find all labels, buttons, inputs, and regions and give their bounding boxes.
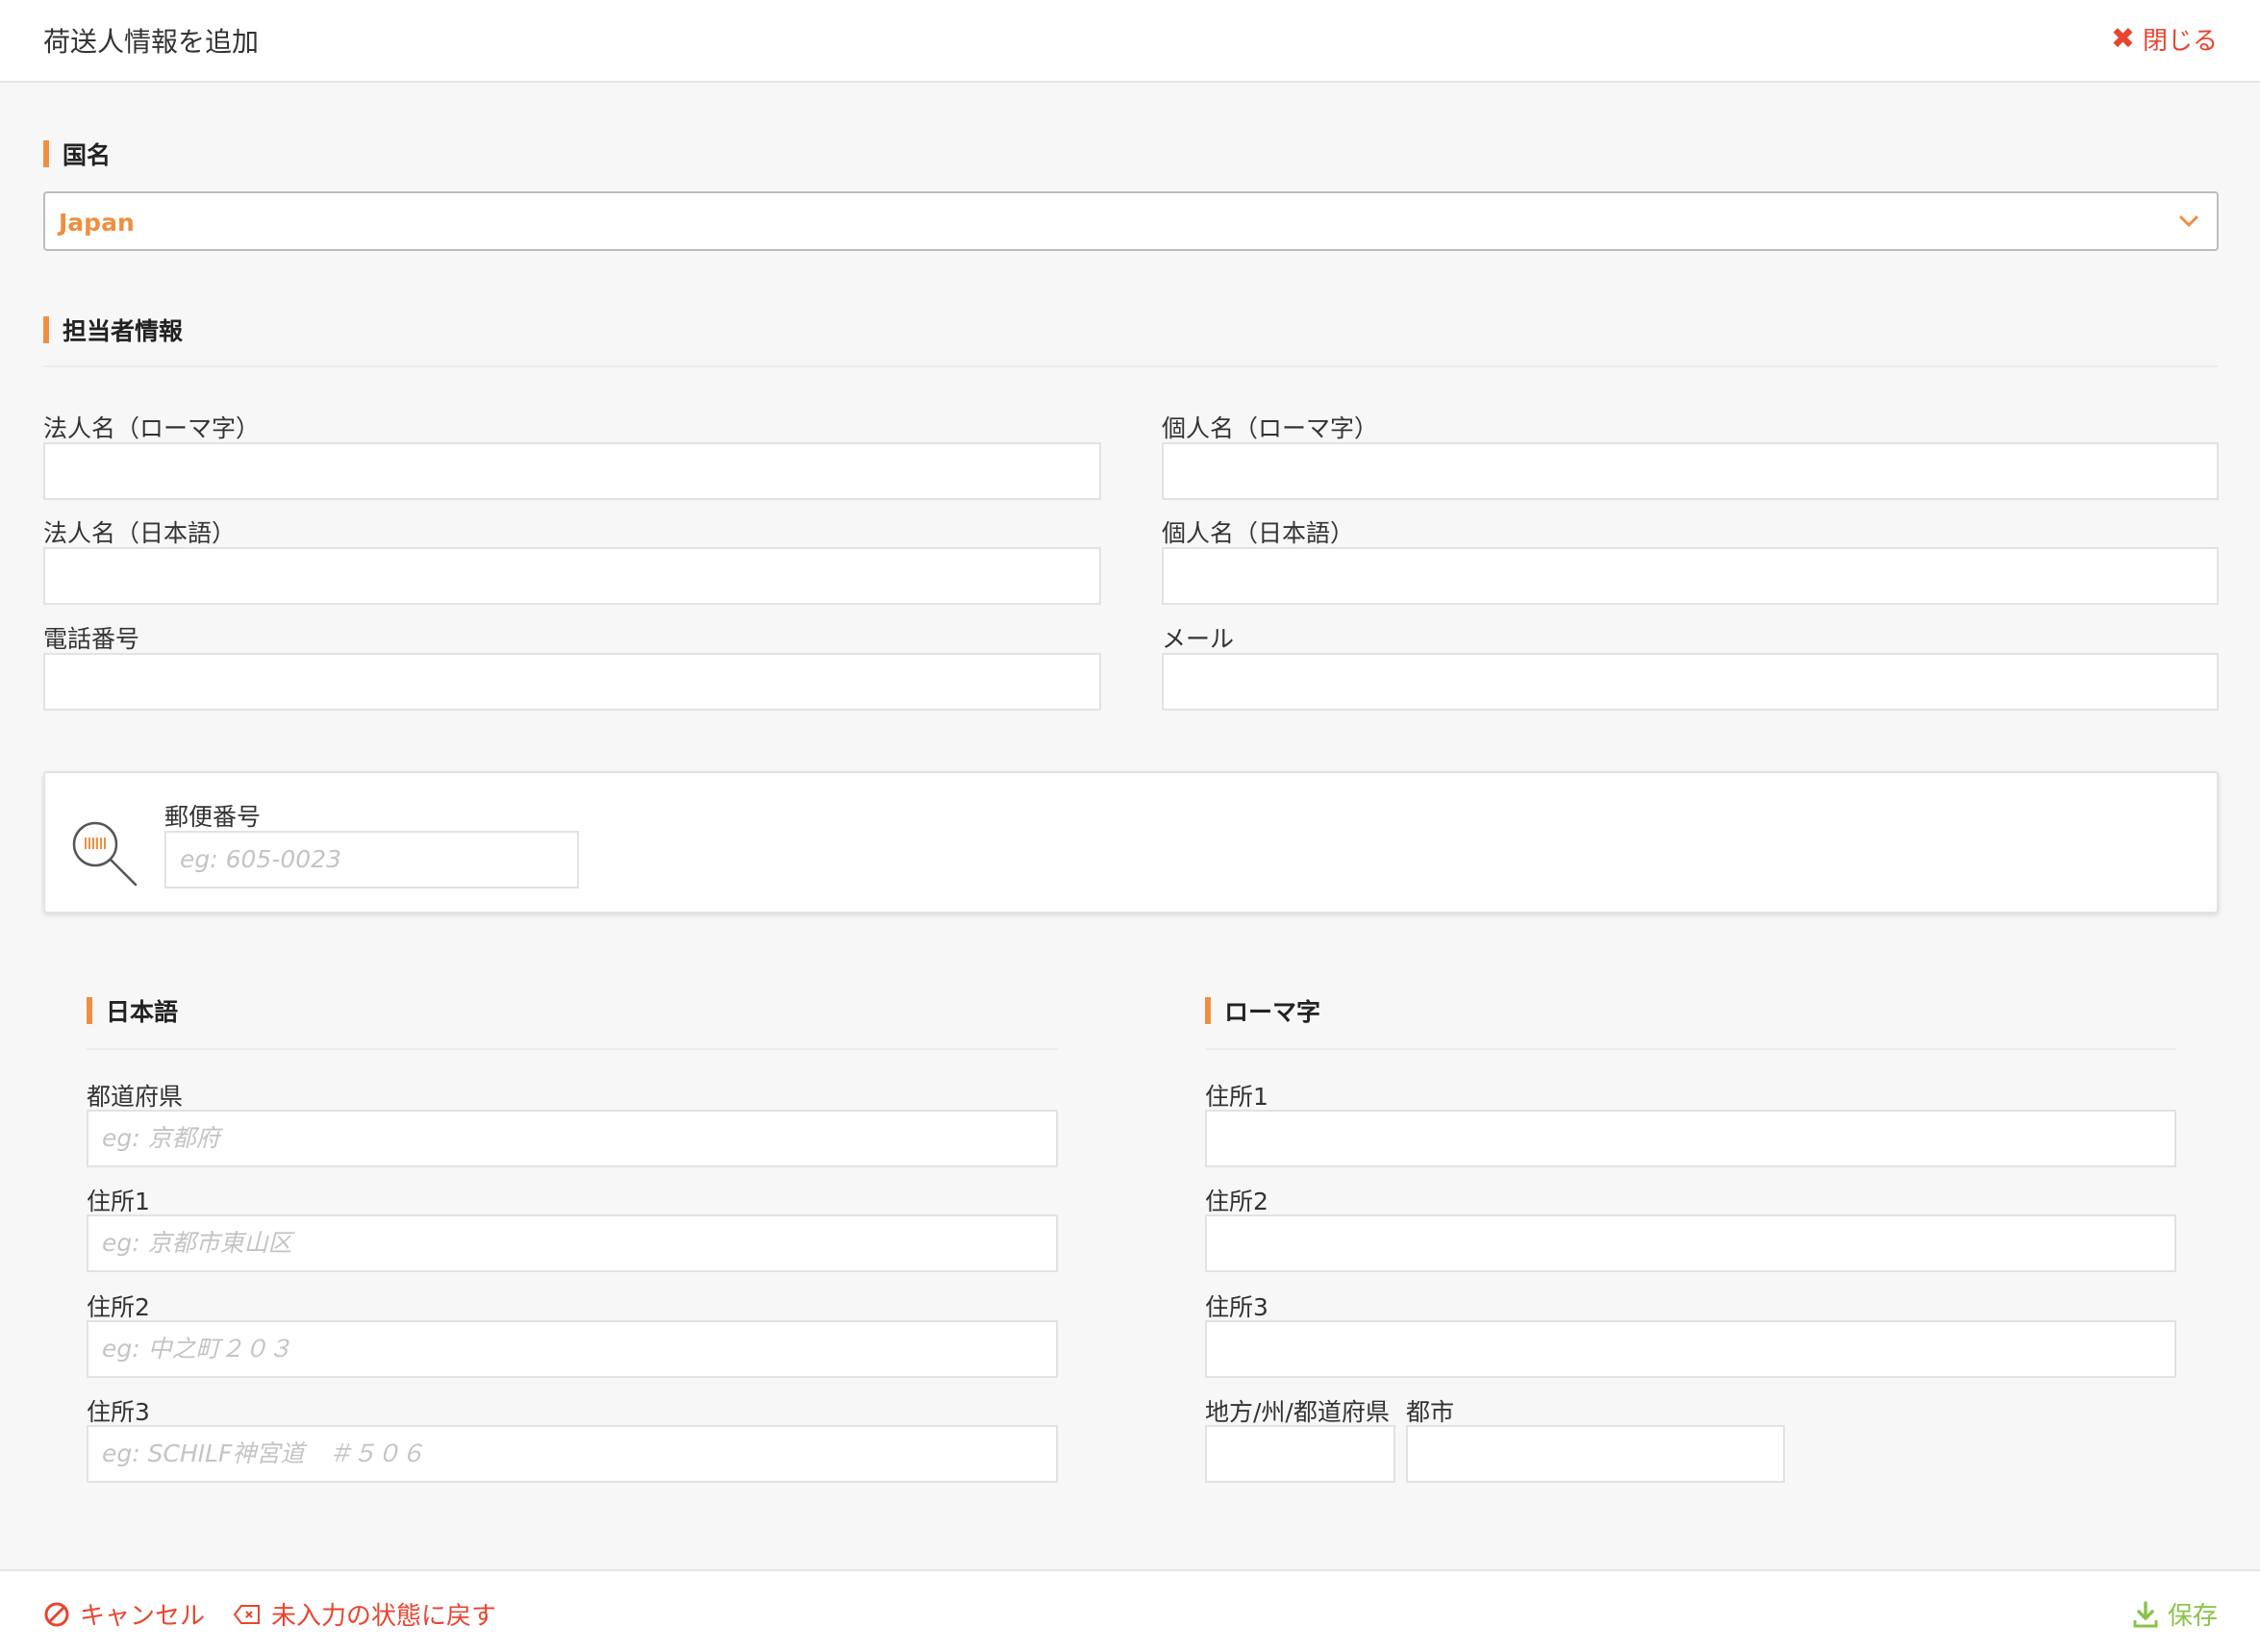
section-marker: [1205, 997, 1211, 1024]
contact-section-heading: 担当者情報: [43, 313, 183, 347]
download-icon: [2133, 1600, 2158, 1628]
save-label: 保存: [2167, 1602, 2218, 1631]
region-input[interactable]: [1205, 1425, 1395, 1483]
close-button[interactable]: ✖ 閉じる: [2111, 21, 2218, 57]
reset-label: 未入力の状態に戻す: [271, 1602, 497, 1631]
address2-roman-label: 住所2: [1205, 1188, 1268, 1215]
city-input[interactable]: [1406, 1425, 1785, 1483]
address1-jp-input[interactable]: eg: 京都市東山区: [87, 1214, 1058, 1272]
postal-input[interactable]: eg: 605-0023: [164, 831, 579, 889]
close-icon: ✖: [2110, 21, 2135, 56]
address-jp-section-heading: 日本語: [87, 993, 178, 1028]
dialog-title: 荷送人情報を追加: [43, 26, 260, 58]
company-roman-label: 法人名（ローマ字）: [43, 414, 261, 442]
person-roman-label: 個人名（ローマ字）: [1162, 414, 1379, 442]
divider: [1205, 1048, 2176, 1050]
prefecture-input[interactable]: eg: 京都府: [87, 1110, 1058, 1167]
address-roman-section-heading: ローマ字: [1205, 993, 1320, 1028]
person-jp-label: 個人名（日本語）: [1162, 519, 1355, 547]
company-jp-label: 法人名（日本語）: [43, 519, 237, 547]
email-label: メール: [1162, 625, 1235, 653]
address-jp-section-title: 日本語: [106, 998, 179, 1026]
chevron-down-icon: [2178, 211, 2199, 236]
phone-label: 電話番号: [43, 625, 140, 653]
person-jp-input[interactable]: [1162, 547, 2219, 605]
address3-jp-input[interactable]: eg: SCHILF神宮道 ＃５０６: [87, 1425, 1058, 1483]
address3-roman-label: 住所3: [1205, 1293, 1268, 1321]
prohibited-icon: [43, 1601, 70, 1628]
country-select[interactable]: Japan: [43, 191, 2219, 251]
region-label: 地方/州/都道府県: [1205, 1398, 1390, 1426]
dialog-header: 荷送人情報を追加 ✖ 閉じる: [0, 0, 2260, 83]
reset-button[interactable]: 未入力の状態に戻す: [233, 1596, 496, 1632]
dialog-footer: キャンセル 未入力の状態に戻す 保存: [0, 1569, 2260, 1652]
country-section-title: 国名: [63, 141, 112, 169]
cancel-label: キャンセル: [80, 1602, 206, 1631]
address2-roman-input[interactable]: [1205, 1214, 2176, 1272]
address2-jp-input[interactable]: eg: 中之町２０３: [87, 1320, 1058, 1378]
postal-lookup-card: 郵便番号 eg: 605-0023: [43, 771, 2219, 914]
prefecture-label: 都道府県: [87, 1083, 184, 1111]
address-roman-section-title: ローマ字: [1224, 998, 1321, 1026]
divider: [87, 1048, 1058, 1050]
address2-jp-label: 住所2: [87, 1293, 150, 1321]
phone-input[interactable]: [43, 653, 1101, 711]
email-input[interactable]: [1162, 653, 2219, 711]
address1-jp-label: 住所1: [87, 1188, 150, 1215]
close-label: 閉じる: [2142, 27, 2218, 56]
cancel-button[interactable]: キャンセル: [43, 1596, 205, 1632]
divider: [43, 365, 2219, 367]
clear-tag-icon: [233, 1603, 262, 1626]
postal-label: 郵便番号: [164, 803, 262, 831]
address3-roman-input[interactable]: [1205, 1320, 2176, 1378]
contact-section-title: 担当者情報: [63, 317, 184, 345]
section-marker: [43, 140, 49, 167]
section-marker: [43, 316, 49, 343]
section-marker: [87, 997, 92, 1024]
country-section-heading: 国名: [43, 137, 111, 171]
address1-roman-label: 住所1: [1205, 1083, 1268, 1111]
city-label: 都市: [1406, 1398, 1455, 1426]
save-button[interactable]: 保存: [2133, 1596, 2218, 1632]
address1-roman-input[interactable]: [1205, 1110, 2176, 1167]
country-selected-value: Japan: [59, 209, 135, 237]
barcode-search-icon[interactable]: [68, 817, 141, 894]
company-roman-input[interactable]: [43, 442, 1101, 500]
company-jp-input[interactable]: [43, 547, 1101, 605]
person-roman-input[interactable]: [1162, 442, 2219, 500]
address3-jp-label: 住所3: [87, 1398, 150, 1426]
